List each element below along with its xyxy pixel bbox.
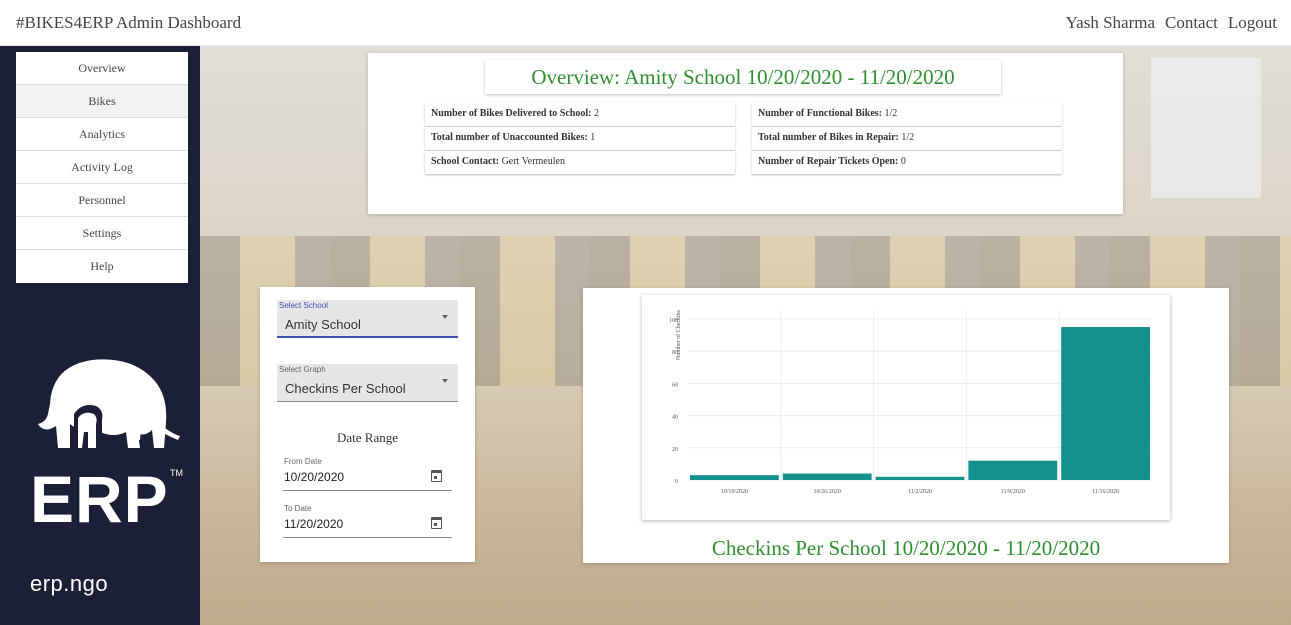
top-links: Yash Sharma Contact Logout — [1066, 13, 1277, 33]
y-tick-label: 0 — [675, 479, 678, 485]
stat-repair-tickets: Number of Repair Tickets Open: 0 — [752, 151, 1062, 174]
x-tick-label: 11/9/2020 — [1001, 489, 1025, 495]
to-date-field[interactable]: To Date 11/20/2020 — [283, 504, 452, 538]
erp-url-text: erp.ngo — [30, 571, 109, 596]
x-tick-label: 10/19/2020 — [721, 489, 748, 495]
school-select[interactable]: Select School Amity School — [277, 300, 458, 338]
checkins-bar-chart: 020406080100Number of Checkins10/19/2020… — [669, 309, 1152, 495]
erp-logo-text: ERP — [30, 462, 169, 536]
elephant-logo-icon — [38, 359, 180, 448]
sidebar: Overview Bikes Analytics Activity Log Pe… — [0, 46, 200, 625]
dropdown-arrow-icon — [442, 379, 448, 383]
from-date-value: 10/20/2020 — [284, 470, 345, 484]
calendar-icon[interactable] — [431, 517, 442, 529]
dropdown-arrow-icon — [442, 315, 448, 319]
stat-functional-bikes: Number of Functional Bikes: 1/2 — [752, 103, 1062, 126]
stat-unaccounted-bikes: Total number of Unaccounted Bikes: 1 — [425, 127, 735, 150]
graph-select[interactable]: Select Graph Checkins Per School — [277, 364, 458, 402]
graph-select-value: Checkins Per School — [285, 381, 406, 396]
filter-card: Select School Amity School Select Graph … — [260, 287, 475, 562]
contact-link[interactable]: Contact — [1165, 13, 1218, 33]
chart-bar — [690, 475, 779, 480]
sidebar-item-bikes[interactable]: Bikes — [16, 85, 188, 118]
y-axis-label: Number of Checkins — [675, 309, 682, 360]
y-tick-label: 60 — [672, 382, 678, 388]
from-date-field[interactable]: From Date 10/20/2020 — [283, 457, 452, 491]
school-select-label: Select School — [279, 301, 328, 310]
school-select-value: Amity School — [285, 317, 361, 332]
chart-bar — [1061, 327, 1150, 480]
overview-card: Overview: Amity School 10/20/2020 - 11/2… — [368, 53, 1123, 214]
sidebar-item-personnel[interactable]: Personnel — [16, 184, 188, 217]
chart-card: 0 20 40 60 80 100 Number of Checkins 10/19/2020… — [583, 288, 1229, 563]
chart-bar — [782, 473, 872, 480]
to-date-label: To Date — [284, 504, 312, 513]
stat-school-contact: School Contact: Gert Vermeulen — [425, 151, 735, 174]
stat-bikes-delivered: Number of Bikes Delivered to School: 2 — [425, 103, 735, 126]
x-tick-label: 11/16/2020 — [1092, 489, 1119, 495]
trademark-mark: TM — [170, 468, 183, 478]
y-tick-label: 20 — [672, 447, 678, 453]
sidebar-menu: Overview Bikes Analytics Activity Log Pe… — [16, 52, 188, 283]
overview-title: Overview: Amity School 10/20/2020 - 11/2… — [485, 60, 1001, 94]
y-tick-label: 40 — [672, 415, 678, 421]
top-bar: #BIKES4ERP Admin Dashboard Yash Sharma C… — [0, 0, 1291, 46]
calendar-icon[interactable] — [431, 470, 442, 482]
graph-select-label: Select Graph — [279, 365, 326, 374]
sidebar-item-analytics[interactable]: Analytics — [16, 118, 188, 151]
chart-bar — [875, 476, 965, 480]
x-tick-label: 11/2/2020 — [908, 489, 932, 495]
app-title: #BIKES4ERP Admin Dashboard — [16, 13, 242, 32]
sidebar-item-help[interactable]: Help — [16, 250, 188, 283]
sidebar-item-overview[interactable]: Overview — [16, 52, 188, 85]
x-tick-label: 10/26/2020 — [814, 489, 841, 495]
sidebar-item-settings[interactable]: Settings — [16, 217, 188, 250]
to-date-value: 11/20/2020 — [284, 517, 344, 531]
date-range-title: Date Range — [336, 430, 398, 445]
logout-link[interactable]: Logout — [1228, 13, 1277, 33]
chart-bar — [968, 460, 1058, 480]
chart-caption: Checkins Per School 10/20/2020 - 11/20/2… — [711, 536, 1101, 560]
from-date-label: From Date — [284, 457, 322, 466]
user-name-link[interactable]: Yash Sharma — [1066, 13, 1155, 33]
stat-bikes-in-repair: Total number of Bikes in Repair: 1/2 — [752, 127, 1062, 150]
chart-panel: 0 20 40 60 80 100 Number of Checkins 10/19/2020… — [642, 295, 1170, 520]
sidebar-item-activity-log[interactable]: Activity Log — [16, 151, 188, 184]
